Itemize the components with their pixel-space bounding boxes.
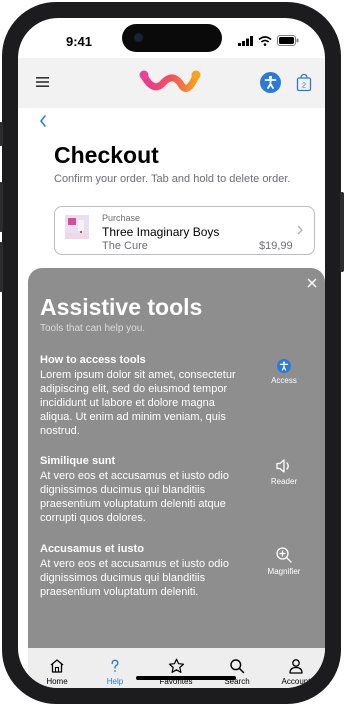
- accessibility-figure-icon: [264, 75, 277, 89]
- volume-up-button: [0, 182, 3, 232]
- order-price: $19,99: [259, 240, 293, 252]
- status-time: 9:41: [66, 34, 93, 49]
- tab-search[interactable]: Search: [209, 658, 265, 686]
- home-indicator: [136, 676, 236, 680]
- tab-label-help: Help: [106, 677, 124, 686]
- reader-tool-button[interactable]: Reader: [254, 458, 314, 486]
- tab-favorites[interactable]: Favorites: [148, 658, 204, 686]
- tab-account[interactable]: Account: [268, 658, 324, 686]
- volume-down-button: [0, 242, 3, 292]
- section-title-reader: Similique sunt: [40, 455, 116, 467]
- app-logo: [139, 70, 201, 92]
- accessibility-icon: [277, 359, 291, 373]
- app-header: 2: [18, 58, 325, 108]
- tab-help[interactable]: Help: [87, 658, 143, 686]
- magnifier-tool-label: Magnifier: [267, 567, 301, 576]
- access-tool-button[interactable]: Access: [254, 359, 314, 385]
- tab-label-account: Account: [281, 677, 311, 686]
- battery-icon: [277, 35, 299, 46]
- help-icon: [111, 659, 119, 672]
- order-card[interactable]: Purchase Three Imaginary Boys The Cure $…: [54, 206, 315, 255]
- person-icon: [289, 659, 303, 674]
- chevron-right-icon: [297, 225, 303, 235]
- section-body-magnifier: At vero eos et accusamus et iusto odio d…: [40, 558, 229, 598]
- wifi-icon: [258, 35, 272, 46]
- front-camera: [134, 33, 143, 42]
- reader-tool-label: Reader: [270, 477, 298, 486]
- section-title-magnifier: Accusamus et iusto: [40, 543, 144, 555]
- back-icon[interactable]: [38, 114, 48, 128]
- menu-icon[interactable]: [36, 77, 49, 87]
- power-button: [340, 192, 344, 272]
- section-title-access: How to access tools: [40, 354, 146, 366]
- section-body-access: Lorem ipsum dolor sit amet, consectetur …: [40, 369, 236, 437]
- star-icon: [168, 658, 184, 673]
- order-artist: The Cure: [102, 240, 148, 252]
- cart-count: 2: [302, 81, 306, 90]
- album-cover: [65, 215, 89, 239]
- order-title: Three Imaginary Boys: [102, 225, 220, 239]
- accessibility-icon[interactable]: [260, 72, 281, 93]
- page-title: Checkout: [54, 142, 159, 168]
- home-icon: [50, 659, 64, 673]
- phone-frame: 9:41 2 Checkout Confirm your order. Tab …: [0, 2, 344, 704]
- page-subtitle: Confirm your order. Tab and hold to dele…: [54, 173, 291, 185]
- magnifier-tool-button[interactable]: Magnifier: [254, 546, 314, 576]
- status-icons: [238, 35, 299, 46]
- access-tool-label: Access: [271, 376, 297, 385]
- signal-icon: [238, 35, 253, 46]
- dynamic-island: [122, 24, 222, 52]
- section-body-reader: At vero eos et accusamus et iusto odio d…: [40, 470, 229, 524]
- screen: 9:41 2 Checkout Confirm your order. Tab …: [18, 18, 325, 688]
- silent-switch: [0, 122, 3, 146]
- speaker-icon: [276, 459, 289, 473]
- sheet-title: Assistive tools: [40, 294, 203, 320]
- order-label: Purchase: [102, 213, 141, 223]
- zoom-in-icon: [276, 547, 292, 563]
- tab-bar: Home Help Favorites Search Account: [28, 648, 325, 688]
- tab-label-home: Home: [46, 677, 68, 686]
- search-icon: [230, 659, 245, 674]
- close-icon[interactable]: [307, 278, 317, 288]
- sheet-subtitle: Tools that can help you.: [40, 323, 146, 334]
- tab-home[interactable]: Home: [29, 658, 85, 686]
- cart-icon[interactable]: 2: [296, 73, 312, 92]
